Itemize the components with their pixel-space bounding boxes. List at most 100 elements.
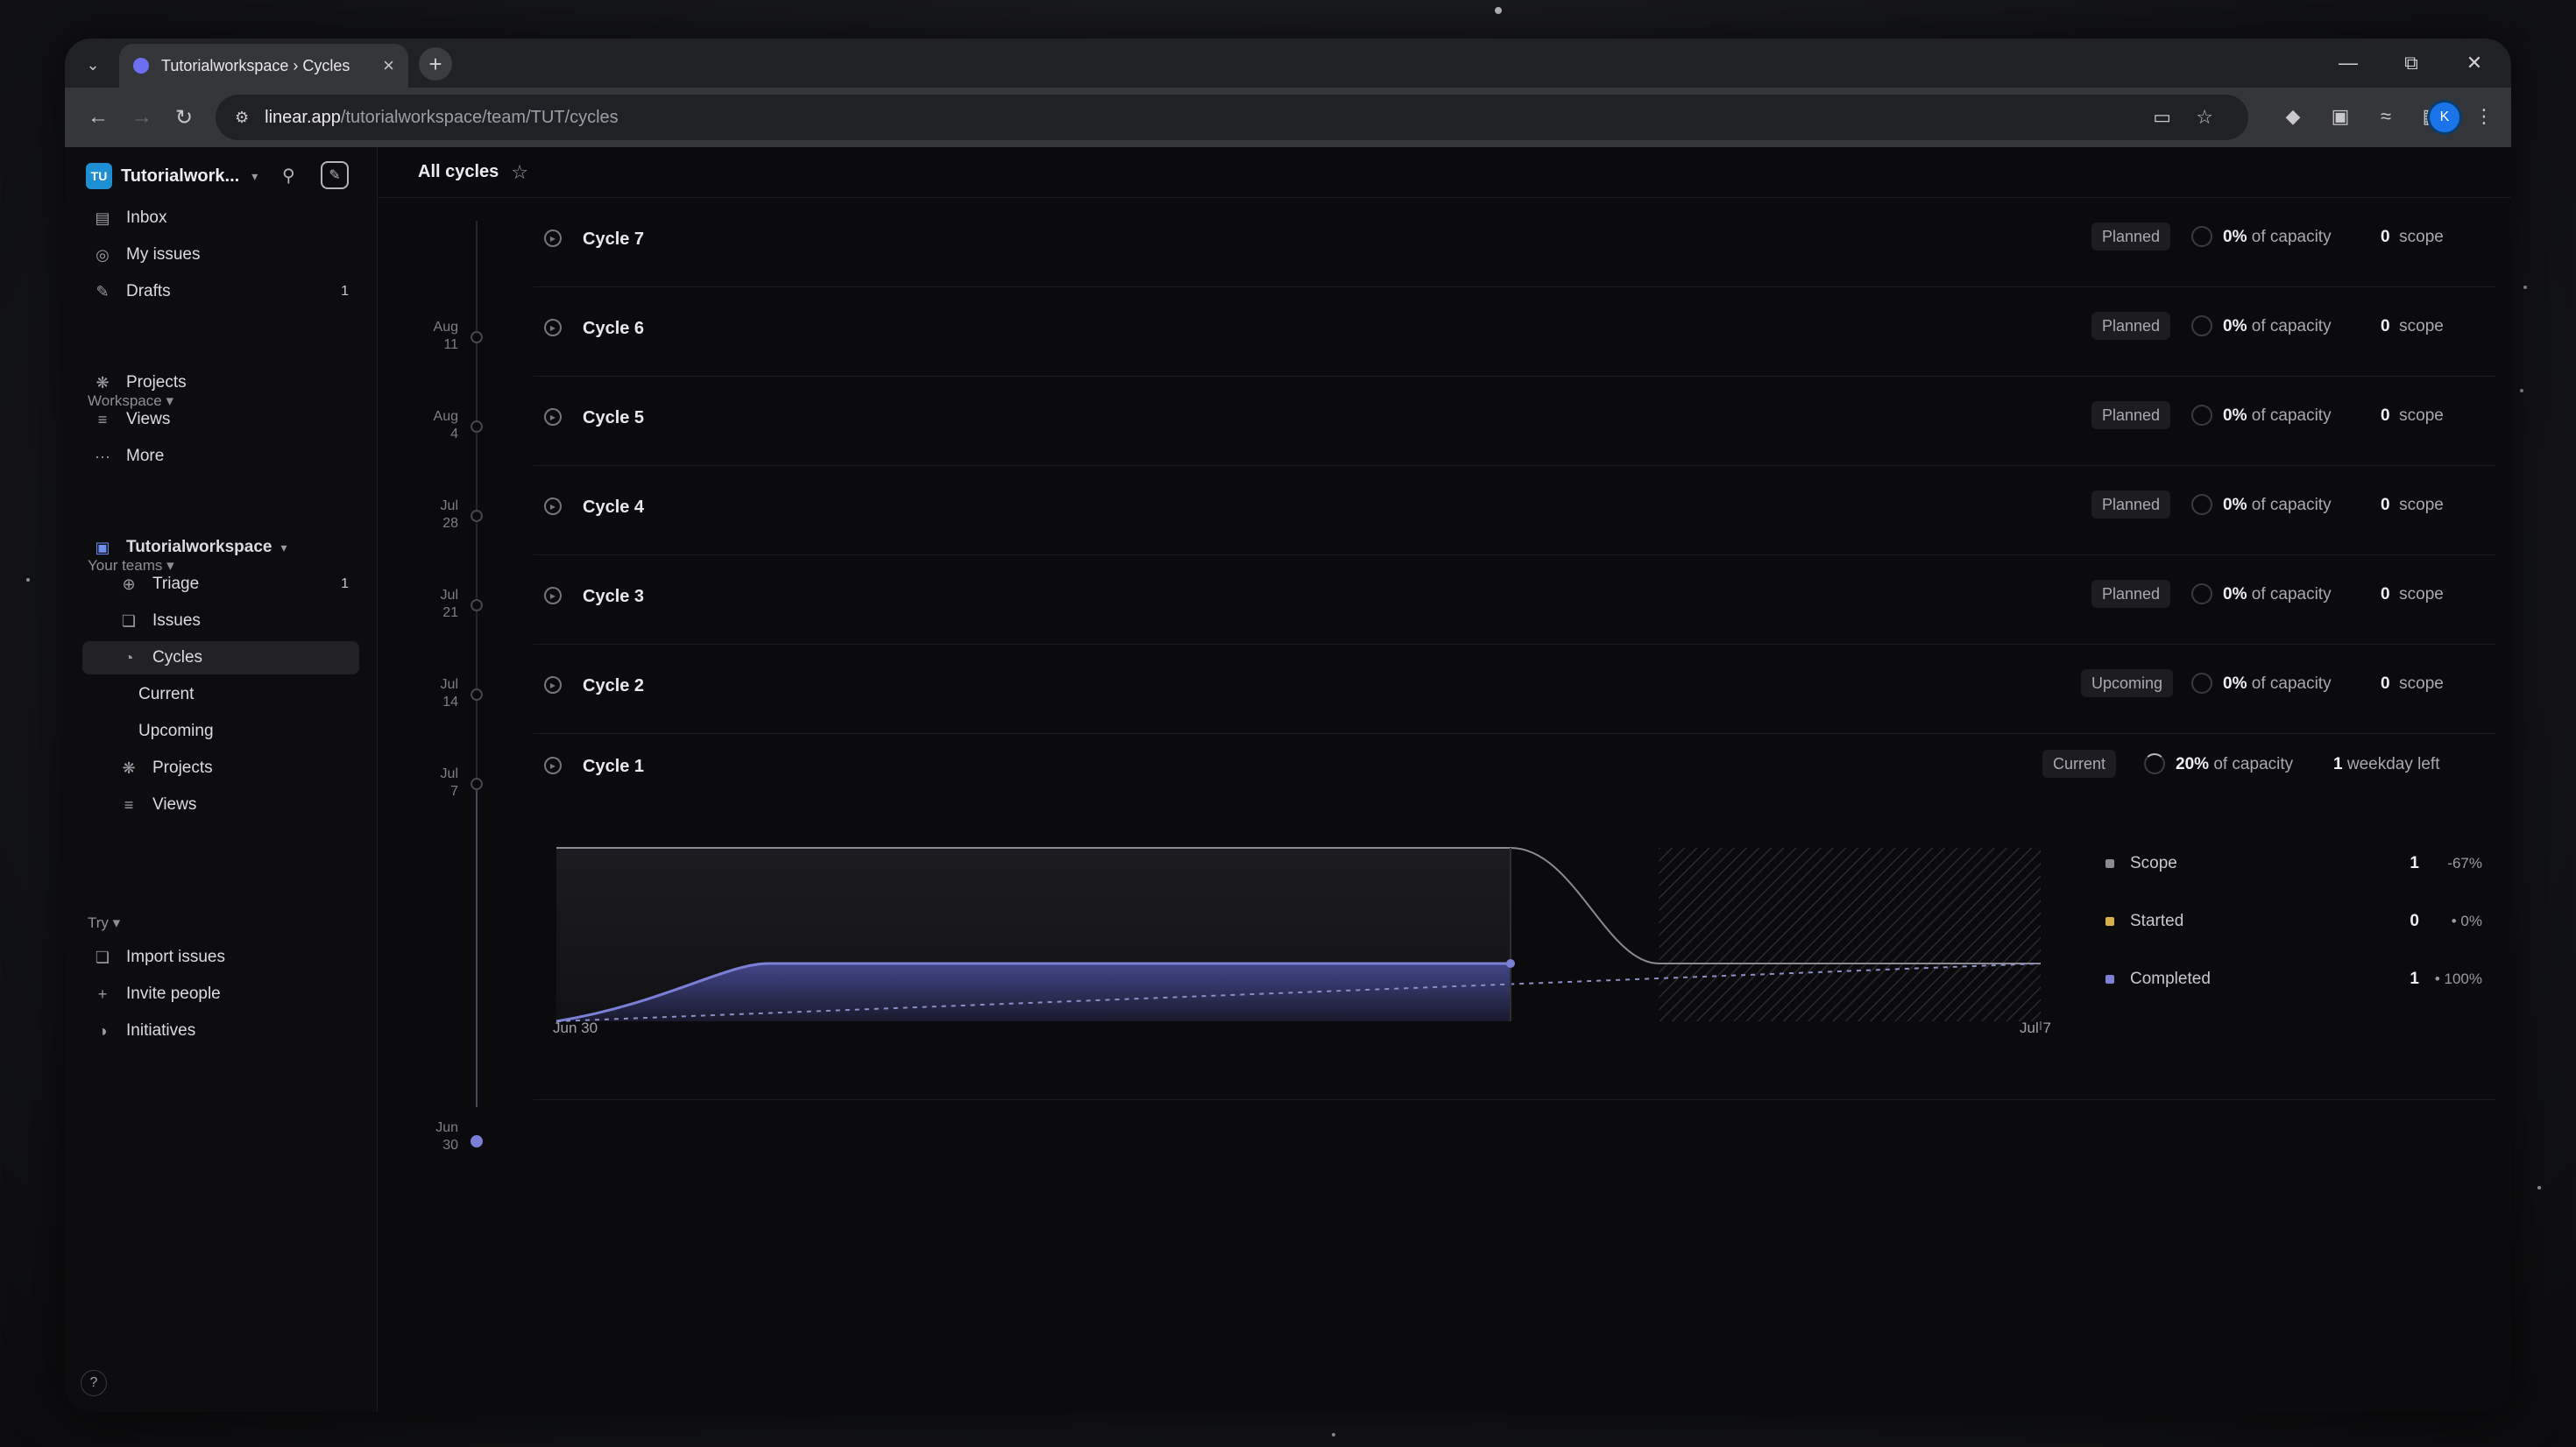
page-title: All cycles	[418, 162, 499, 181]
sidebar-item-label: Initiatives	[126, 1021, 196, 1040]
count-badge: 1	[341, 284, 349, 299]
extension-screen-icon[interactable]: ▣	[2325, 102, 2355, 131]
sidebar-item-initiatives[interactable]: ◑ Initiatives	[82, 1014, 359, 1048]
linear-app: TU Tutorialwork... ▾ ⚲ ✎ ▤ Inbox ◎ My is…	[65, 147, 2511, 1412]
legend-value: 1	[2410, 854, 2419, 872]
help-button[interactable]: ?	[81, 1370, 107, 1396]
status-badge: Planned	[2091, 312, 2171, 340]
x-axis-end-label: Jul 7	[2020, 1020, 2051, 1036]
sidebar-item-projects[interactable]: ❋ Projects	[82, 366, 359, 399]
close-tab-icon[interactable]: ×	[383, 54, 394, 77]
main-content: All cycles ☆ Aug 11 Aug 4 Jul 28 Jul 21 Jul 1…	[377, 147, 2511, 1412]
bookmark-star-icon[interactable]: ☆	[2196, 95, 2213, 140]
status-badge: Planned	[2091, 491, 2171, 519]
sidebar-item-drafts[interactable]: ✎ Drafts 1	[82, 275, 359, 308]
sidebar-item-cycles[interactable]: ◔ Cycles	[82, 641, 359, 674]
browser-tab[interactable]: Tutorialworkspace › Cycles ×	[119, 44, 408, 88]
new-issue-button[interactable]: ✎	[321, 161, 349, 189]
capacity-ring-icon	[2191, 226, 2212, 247]
draft-icon: ✎	[96, 282, 110, 300]
sidebar-item-more[interactable]: ··· More	[82, 440, 359, 473]
capacity-text: 0% of capacity	[2223, 406, 2332, 425]
new-tab-button[interactable]: +	[419, 47, 452, 81]
capacity-ring-icon	[2191, 315, 2212, 336]
minimize-icon[interactable]: —	[2329, 46, 2367, 81]
sidebar-item-label: Triage	[152, 575, 200, 593]
sidebar-team-tutorialworkspace[interactable]: ▣ Tutorialworkspace ▾	[82, 531, 359, 564]
ellipsis-icon: ···	[95, 447, 110, 465]
sidebar-item-team-projects[interactable]: ❋ Projects	[82, 752, 359, 785]
sidebar-item-team-views[interactable]: ≡ Views	[82, 788, 359, 822]
background-star	[2523, 286, 2527, 289]
install-app-icon[interactable]: ▭	[2153, 95, 2171, 140]
layers-icon: ≡	[124, 795, 134, 814]
play-icon: ▶	[544, 587, 562, 604]
cycle-row[interactable]: ▶ Cycle 4 Planned 0% of capacity 0 scope	[534, 466, 2496, 555]
background-star	[2520, 389, 2523, 392]
sidebar-item-views[interactable]: ≡ Views	[82, 403, 359, 436]
capacity-text: 0% of capacity	[2223, 317, 2332, 335]
try-section-label[interactable]: Try ▾	[88, 914, 120, 932]
timeline-date: Aug 4	[433, 409, 458, 441]
legend-swatch	[2105, 975, 2114, 984]
profile-avatar[interactable]: K	[2427, 100, 2462, 135]
sidebar-item-current[interactable]: Current	[82, 678, 359, 711]
capacity-ring-icon	[2191, 494, 2212, 515]
timeline-dot	[471, 510, 483, 522]
sidebar-item-label: Cycles	[152, 648, 203, 667]
sidebar-item-label: Import issues	[126, 948, 225, 966]
scope-text: 0 scope	[2381, 317, 2444, 335]
restore-icon[interactable]: ⧉	[2392, 46, 2431, 81]
back-icon[interactable]: ←	[81, 100, 116, 135]
sidebar-item-issues[interactable]: ❏ Issues	[82, 604, 359, 638]
timeline-date: Jul 7	[440, 766, 458, 799]
sidebar-item-my-issues[interactable]: ◎ My issues	[82, 238, 359, 272]
sidebar: TU Tutorialwork... ▾ ⚲ ✎ ▤ Inbox ◎ My is…	[65, 147, 377, 1412]
search-icon[interactable]: ⚲	[282, 165, 295, 187]
workspace-name: Tutorialwork...	[121, 166, 240, 186]
sidebar-item-label: Current	[138, 685, 195, 703]
sidebar-item-label: Issues	[152, 611, 201, 630]
sidebar-item-inbox[interactable]: ▤ Inbox	[82, 201, 359, 235]
current-cycle-row[interactable]: ▶ Cycle 1 Current 20% of capacity 1 week…	[534, 734, 2496, 1100]
legend-label: Started	[2130, 912, 2184, 930]
sidebar-item-label: Projects	[152, 759, 213, 777]
projects-icon: ❋	[122, 759, 136, 777]
capacity-ring-icon	[2191, 405, 2212, 426]
timeline-date: Aug 11	[433, 320, 458, 352]
sidebar-item-invite-people[interactable]: + Invite people	[82, 978, 359, 1011]
legend-item-scope: Scope 1 -67%	[2105, 851, 2482, 878]
cycle-row[interactable]: ▶ Cycle 7 Planned 0% of capacity 0 scope	[534, 198, 2496, 287]
address-bar[interactable]: ⚙ linear.app/tutorialworkspace/team/TUT/…	[216, 95, 2248, 140]
sidebar-item-label: Upcoming	[138, 722, 214, 740]
timeline-date: Jun 30	[435, 1120, 458, 1153]
target-icon: ◎	[96, 245, 110, 264]
reload-icon[interactable]: ↻	[166, 100, 202, 135]
team-icon: ▣	[95, 538, 110, 556]
projects-icon: ❋	[96, 373, 110, 392]
timeline-date: Jul 21	[440, 588, 458, 620]
close-window-icon[interactable]: ✕	[2455, 46, 2494, 81]
forward-icon[interactable]: →	[124, 100, 159, 135]
capacity-text: 0% of capacity	[2223, 674, 2332, 693]
browser-menu-icon[interactable]: ⋮	[2469, 102, 2499, 131]
timeline-date: Jul 28	[440, 498, 458, 531]
workspace-switcher[interactable]: TU Tutorialwork... ▾	[86, 161, 258, 191]
status-badge: Upcoming	[2081, 669, 2174, 697]
favorite-star-icon[interactable]: ☆	[511, 161, 528, 184]
tab-search-icon[interactable]: ⌄	[75, 47, 110, 82]
sidebar-item-triage[interactable]: ⊕ Triage 1	[82, 568, 359, 601]
cycle-row[interactable]: ▶ Cycle 6 Planned 0% of capacity 0 scope	[534, 287, 2496, 377]
capacity-text: 0% of capacity	[2223, 585, 2332, 604]
cycle-row[interactable]: ▶ Cycle 2 Upcoming 0% of capacity 0 scop…	[534, 645, 2496, 734]
cycle-row[interactable]: ▶ Cycle 3 Planned 0% of capacity 0 scope	[534, 555, 2496, 645]
sidebar-item-upcoming[interactable]: Upcoming	[82, 715, 359, 748]
play-icon: ▶	[544, 319, 562, 336]
site-settings-icon[interactable]: ⚙	[235, 109, 249, 127]
background-star	[1495, 7, 1502, 14]
extension-signal-icon[interactable]: ≈	[2371, 102, 2401, 131]
cycle-row[interactable]: ▶ Cycle 5 Planned 0% of capacity 0 scope	[534, 377, 2496, 466]
extension-diamond-icon[interactable]: ◆	[2278, 102, 2308, 131]
x-axis-start-label: Jun 30	[553, 1020, 598, 1036]
sidebar-item-import-issues[interactable]: ❏ Import issues	[82, 941, 359, 974]
